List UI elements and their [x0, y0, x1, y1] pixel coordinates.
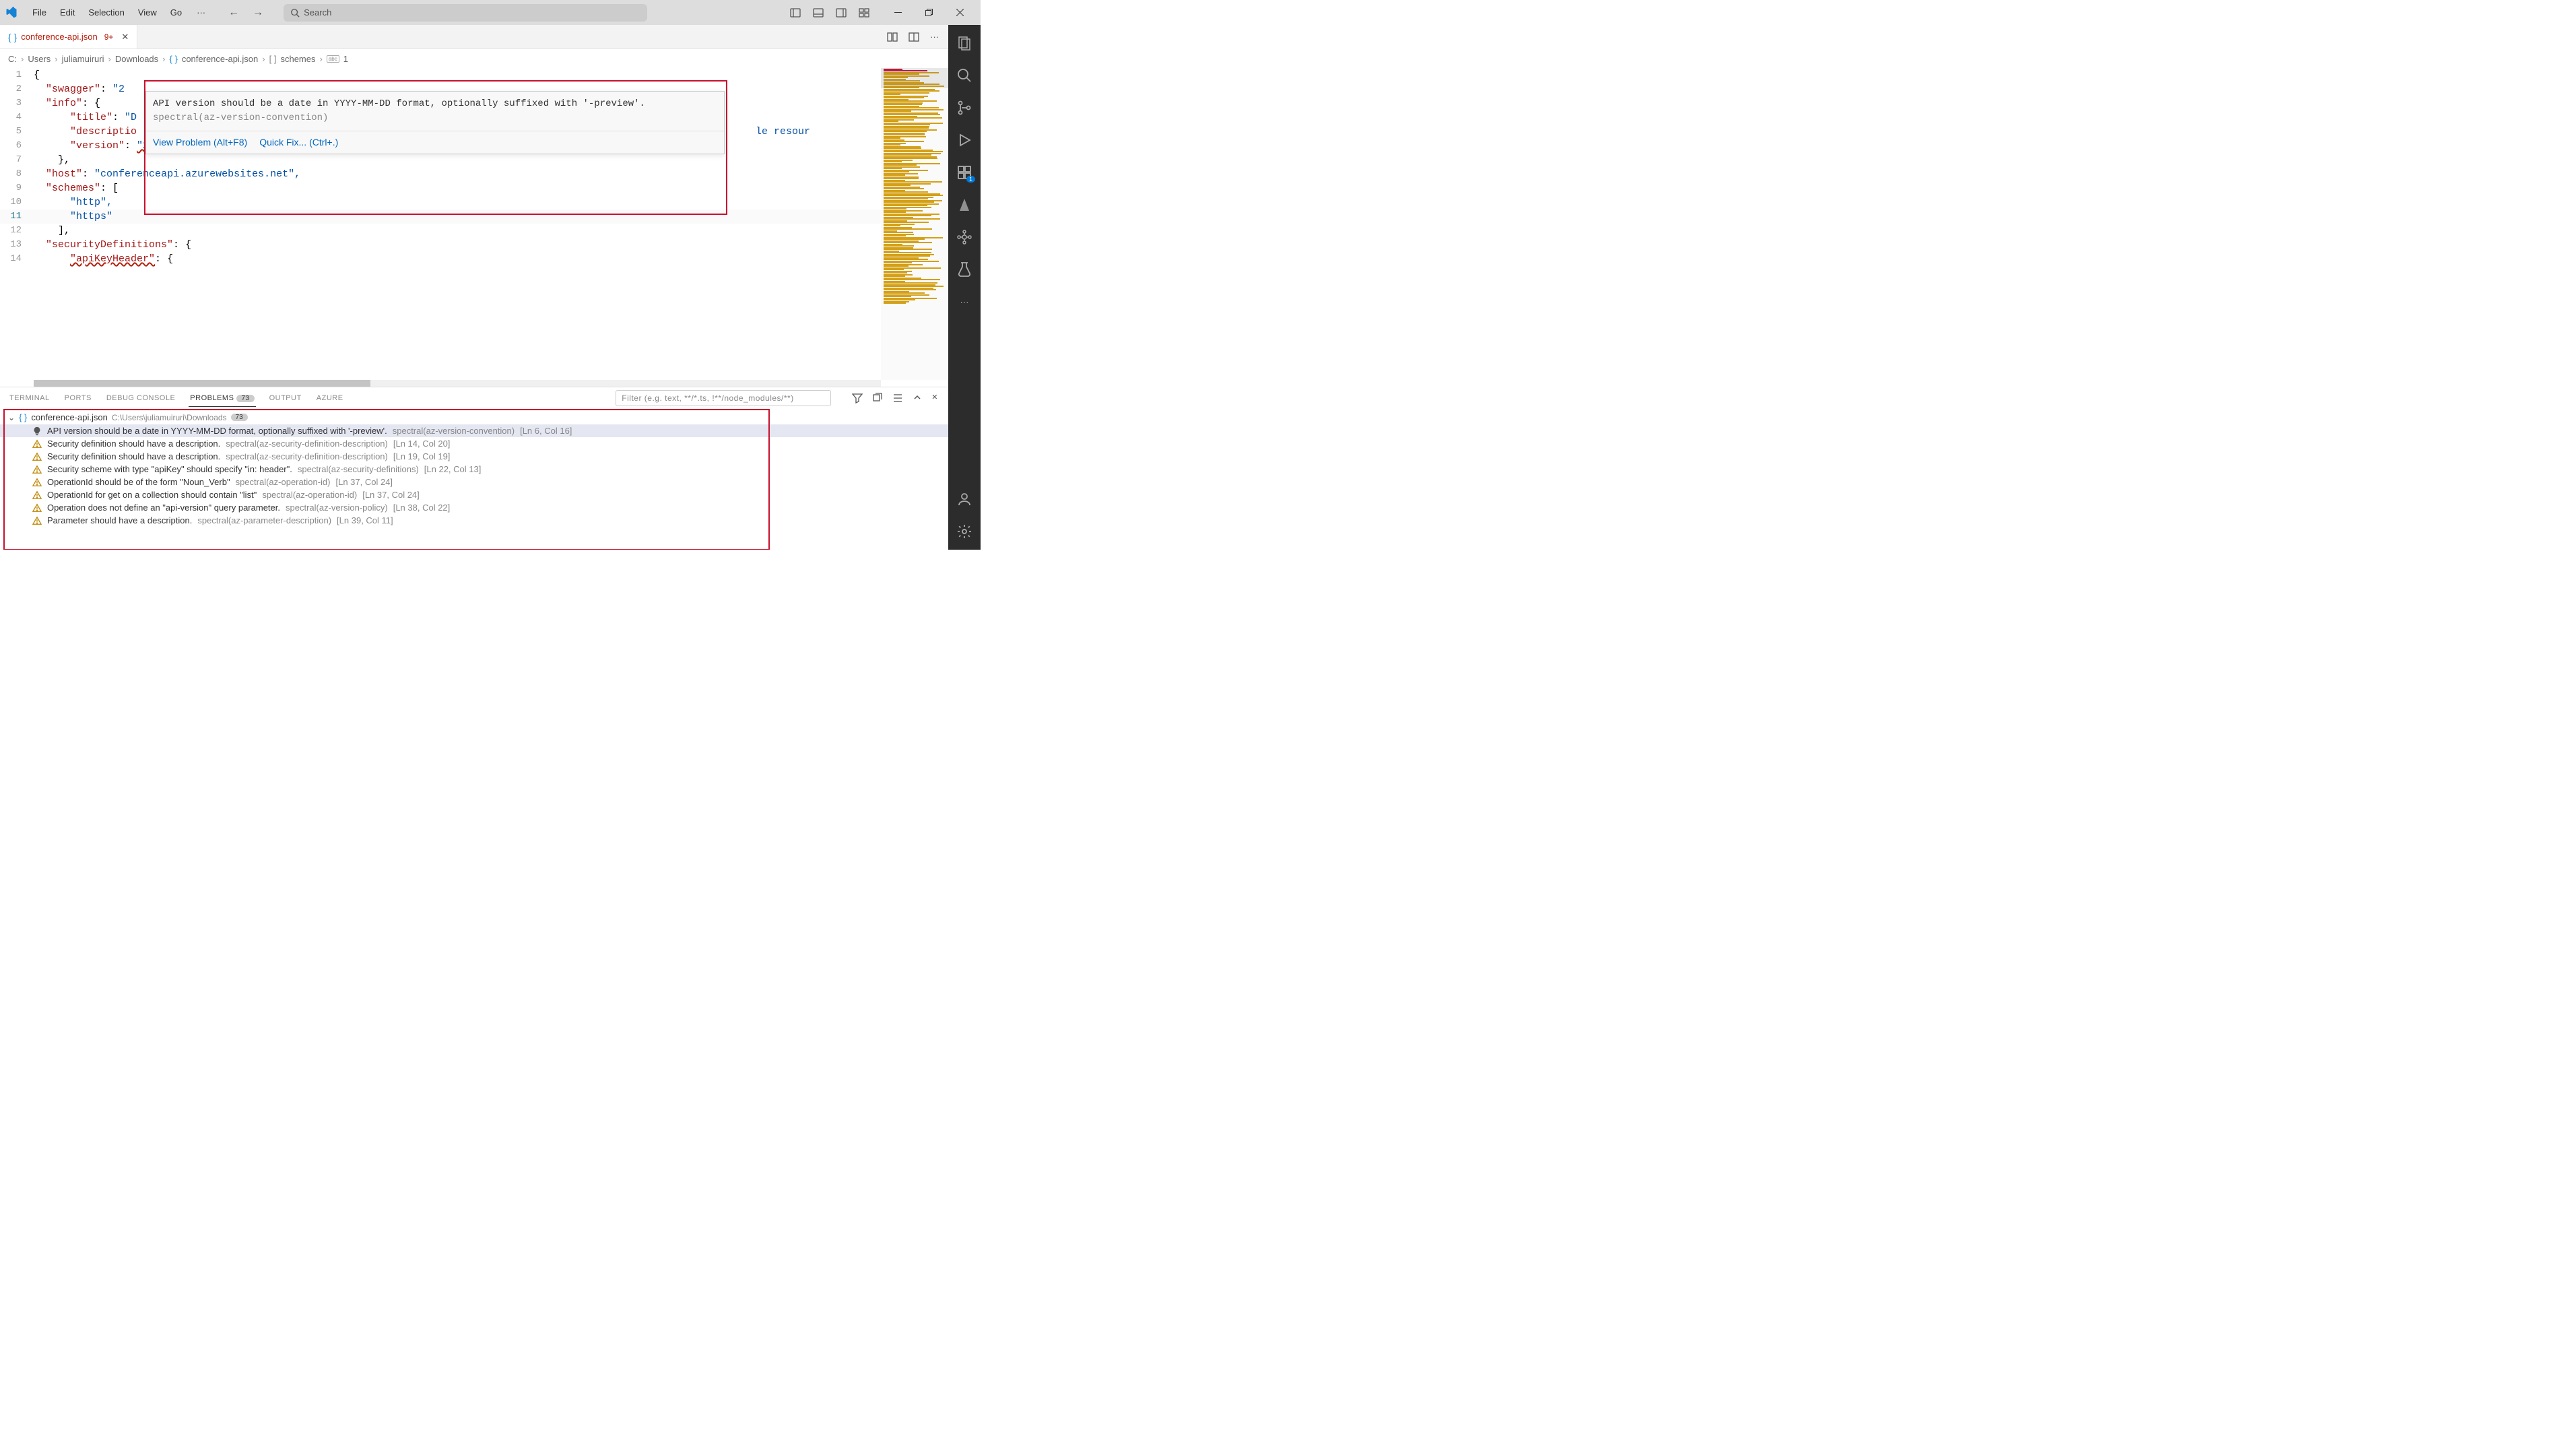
azure-icon[interactable]: [948, 191, 981, 219]
nav-forward-icon[interactable]: →: [249, 5, 267, 20]
editor-horizontal-scrollbar[interactable]: [34, 380, 881, 387]
problems-file-group[interactable]: ⌄ { } conference-api.json C:\Users\julia…: [0, 410, 948, 424]
view-problem-link[interactable]: View Problem (Alt+F8): [153, 135, 247, 150]
settings-gear-icon[interactable]: [948, 517, 981, 546]
search-activity-icon[interactable]: [948, 61, 981, 90]
window-maximize-button[interactable]: [913, 3, 944, 23]
tab-label: conference-api.json: [21, 32, 97, 42]
problem-item[interactable]: Security scheme with type "apiKey" shoul…: [0, 463, 948, 476]
hover-message: API version should be a date in YYYY-MM-…: [153, 98, 645, 109]
layout-sidebar-left-icon[interactable]: [785, 3, 805, 23]
warning-icon: [32, 503, 42, 513]
warning-icon: [32, 439, 42, 449]
panel-tab-terminal[interactable]: TERMINAL: [8, 390, 51, 406]
code-line: 14 "apiKeyHeader": {: [0, 252, 881, 266]
panel-tab-debug-console[interactable]: DEBUG CONSOLE: [105, 390, 176, 406]
nav-back-icon[interactable]: ←: [224, 5, 243, 20]
problem-item[interactable]: Security definition should have a descri…: [0, 450, 948, 463]
tab-close-button[interactable]: ✕: [121, 32, 129, 42]
menu-overflow-icon[interactable]: ···: [191, 5, 211, 20]
problem-item[interactable]: OperationId should be of the form "Noun_…: [0, 476, 948, 488]
editor-tabs: { } conference-api.json 9+ ✕ ···: [0, 25, 948, 49]
code-line: 1{: [0, 68, 881, 82]
code-line: 9 "schemes": [: [0, 181, 881, 195]
editor-tab-active[interactable]: { } conference-api.json 9+ ✕: [0, 25, 137, 49]
minimap[interactable]: [881, 68, 948, 380]
code-line: 13 "securityDefinitions": {: [0, 238, 881, 252]
panel-tab-problems[interactable]: PROBLEMS73: [189, 390, 255, 407]
filter-icon[interactable]: [850, 391, 865, 406]
problem-item[interactable]: Parameter should have a description.spec…: [0, 514, 948, 527]
more-actions-icon[interactable]: ···: [927, 29, 942, 44]
collapse-all-icon[interactable]: [870, 391, 885, 406]
panel-tab-output[interactable]: OUTPUT: [268, 390, 303, 406]
quick-fix-link[interactable]: Quick Fix... (Ctrl+.): [259, 135, 338, 150]
view-as-tree-icon[interactable]: [890, 391, 905, 406]
extensions-icon[interactable]: 1: [948, 158, 981, 187]
warning-icon: [32, 516, 42, 525]
breadcrumb[interactable]: C:› Users› juliamuiruri› Downloads› { } …: [0, 49, 948, 68]
menu-go[interactable]: Go: [164, 5, 189, 20]
menu-file[interactable]: File: [26, 5, 53, 20]
split-editor-icon[interactable]: [906, 29, 922, 45]
problems-list: ⌄ { } conference-api.json C:\Users\julia…: [0, 409, 948, 550]
code-line: 7 },: [0, 153, 881, 167]
chevron-up-icon[interactable]: [911, 391, 924, 406]
menu-selection[interactable]: Selection: [81, 5, 131, 20]
run-debug-icon[interactable]: [948, 126, 981, 154]
warning-icon: [32, 490, 42, 500]
customize-layout-icon[interactable]: [854, 3, 874, 23]
panel-tab-ports[interactable]: PORTS: [63, 390, 93, 406]
source-control-icon[interactable]: [948, 94, 981, 122]
editor[interactable]: API version should be a date in YYYY-MM-…: [0, 68, 948, 380]
vscode-logo-icon: [5, 7, 18, 19]
more-activity-icon[interactable]: ···: [948, 288, 981, 316]
warning-icon: [32, 452, 42, 461]
compare-changes-icon[interactable]: [884, 29, 900, 45]
panel-tabs: TERMINAL PORTS DEBUG CONSOLE PROBLEMS73 OUTP…: [0, 387, 948, 409]
accounts-icon[interactable]: [948, 485, 981, 513]
warning-icon: [32, 465, 42, 474]
hover-tooltip: API version should be a date in YYYY-MM-…: [145, 91, 725, 154]
problem-item[interactable]: API version should be a date in YYYY-MM-…: [0, 424, 948, 437]
title-bar: FileEditSelectionViewGo ··· ← → Search: [0, 0, 981, 25]
menu-view[interactable]: View: [131, 5, 164, 20]
layout-sidebar-right-icon[interactable]: [831, 3, 851, 23]
code-line: 12 ],: [0, 224, 881, 238]
window-close-button[interactable]: [944, 3, 975, 23]
code-line: 11 "https": [0, 210, 881, 224]
testing-icon[interactable]: [948, 255, 981, 284]
menu-edit[interactable]: Edit: [53, 5, 81, 20]
json-file-icon: { }: [8, 32, 17, 42]
chevron-down-icon: ⌄: [8, 413, 15, 422]
search-icon: [290, 8, 300, 18]
search-placeholder: Search: [304, 7, 331, 18]
close-panel-icon[interactable]: ✕: [929, 391, 940, 406]
command-center-search[interactable]: Search: [284, 4, 647, 22]
panel-tab-azure[interactable]: AZURE: [315, 390, 345, 406]
api-icon[interactable]: [948, 223, 981, 251]
hint-lightbulb-icon: [32, 426, 42, 436]
activity-bar: 1 ···: [948, 25, 981, 550]
tab-problem-badge: 9+: [104, 32, 114, 42]
problem-item[interactable]: Security definition should have a descri…: [0, 437, 948, 450]
code-line: 10 "http",: [0, 195, 881, 210]
problem-item[interactable]: OperationId for get on a collection shou…: [0, 488, 948, 501]
problem-item[interactable]: Operation does not define an "api-versio…: [0, 501, 948, 514]
code-line: 8 "host": "conferenceapi.azurewebsites.n…: [0, 167, 881, 181]
layout-panel-icon[interactable]: [808, 3, 828, 23]
window-minimize-button[interactable]: [882, 3, 913, 23]
problems-filter-input[interactable]: Filter (e.g. text, **/*.ts, !**/node_mod…: [616, 390, 831, 406]
warning-icon: [32, 478, 42, 487]
bottom-panel: TERMINAL PORTS DEBUG CONSOLE PROBLEMS73 OUTP…: [0, 387, 948, 550]
hover-rule: spectral(az-version-convention): [153, 112, 328, 123]
explorer-icon[interactable]: [948, 29, 981, 57]
